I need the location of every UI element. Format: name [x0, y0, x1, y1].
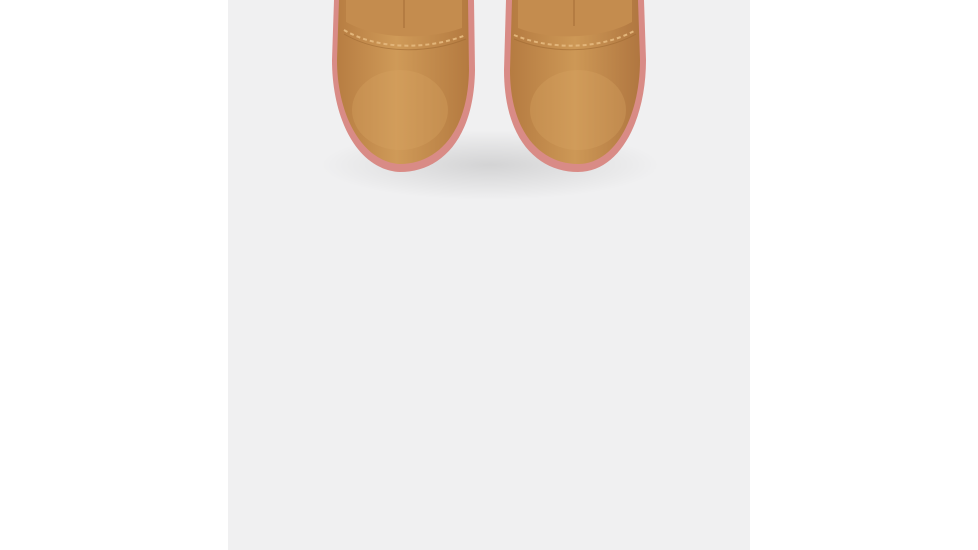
page: [0, 0, 978, 550]
boots-image: [320, 0, 660, 200]
product-image[interactable]: [228, 0, 750, 550]
